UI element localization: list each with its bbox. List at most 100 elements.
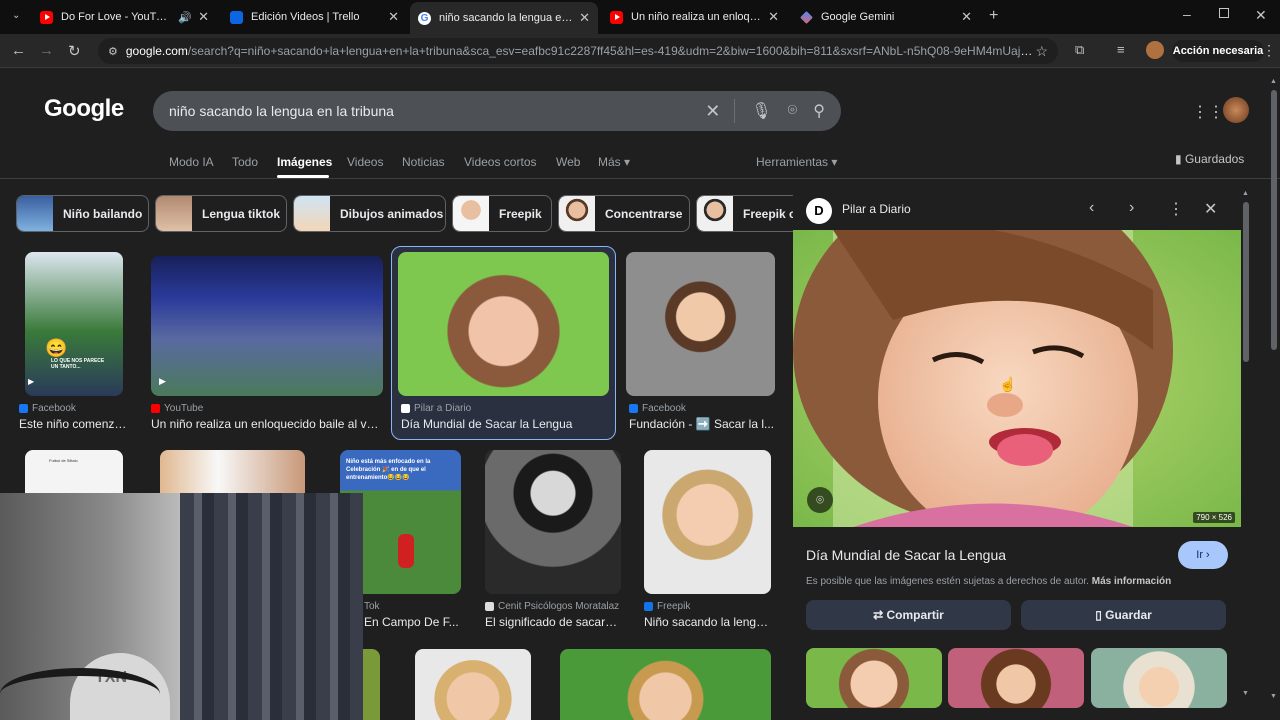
panel-source[interactable]: Pilar a Diario — [842, 202, 911, 216]
scroll-thumb[interactable] — [1243, 202, 1249, 362]
minimize-icon[interactable]: – — [1183, 6, 1191, 22]
forward-icon[interactable]: → — [39, 42, 54, 59]
close-window-icon[interactable]: ✕ — [1255, 7, 1267, 24]
saved-button[interactable]: ▮ Guardados — [1175, 152, 1244, 166]
media-controls-icon[interactable]: ≡ — [1117, 42, 1125, 57]
microphone-icon[interactable]: 🎙 — [751, 101, 771, 121]
menu-dots-icon[interactable]: ⋮ — [1262, 42, 1276, 59]
google-logo[interactable]: Google — [44, 95, 124, 123]
close-icon[interactable]: ✕ — [1204, 199, 1217, 219]
result-title[interactable]: En Campo De F... — [364, 615, 464, 629]
tab-noticias[interactable]: Noticias — [402, 155, 445, 169]
result-item[interactable] — [415, 649, 531, 720]
result-title[interactable]: Un niño realiza un enloquecido baile al … — [151, 417, 381, 431]
result-item-selected[interactable]: Pilar a Diario Día Mundial de Sacar la L… — [398, 252, 613, 432]
related-image[interactable] — [806, 648, 942, 708]
previous-icon[interactable]: ‹ — [1089, 199, 1094, 217]
tab-youtube-do-for-love[interactable]: Do For Love - YouTube 🔊 ✕ — [32, 4, 217, 30]
scroll-up-icon[interactable]: ▲ — [1270, 78, 1277, 85]
scroll-thumb[interactable] — [1271, 90, 1277, 350]
reload-icon[interactable]: ↻ — [68, 42, 81, 60]
result-thumbnail[interactable] — [644, 450, 771, 594]
visual-search-icon[interactable]: ⌾ — [807, 487, 833, 513]
close-tab-icon[interactable]: ✕ — [579, 10, 590, 26]
result-thumbnail[interactable] — [398, 252, 609, 396]
result-thumbnail[interactable]: 😄 LO QUE NOS PARECE UN TANTO... ▶ — [25, 252, 123, 396]
tab-modo-ia[interactable]: Modo IA — [169, 155, 214, 169]
site-info-icon[interactable]: ⚙ — [108, 45, 118, 58]
more-info-link[interactable]: Más información — [1092, 576, 1171, 587]
related-image[interactable] — [1091, 648, 1227, 708]
address-bar[interactable]: ⚙ google.com/search?q=niño+sacando+la+le… — [98, 38, 1058, 64]
extensions-icon[interactable]: ⧉ — [1075, 42, 1084, 58]
result-item[interactable] — [363, 649, 380, 720]
scroll-down-icon[interactable]: ▼ — [1270, 693, 1277, 700]
tab-google-search[interactable]: G niño sacando la lengua en la tr ✕ — [410, 2, 598, 34]
chip-freepik[interactable]: Freepik — [452, 195, 552, 232]
result-title[interactable]: Niño sacando la lengu... — [644, 615, 769, 629]
panel-scrollbar[interactable]: ▲ ▼ — [1242, 190, 1250, 715]
chip-lengua-tiktok[interactable]: Lengua tiktok — [155, 195, 287, 232]
more-options-icon[interactable]: ⋮ — [1168, 199, 1184, 219]
tab-gemini[interactable]: Google Gemini ✕ — [792, 4, 980, 30]
tab-videos-cortos[interactable]: Videos cortos — [464, 155, 537, 169]
tab-todo[interactable]: Todo — [232, 155, 258, 169]
result-item[interactable]: Futbol de Siltalo — [25, 450, 123, 494]
profile-avatar[interactable] — [1146, 41, 1164, 59]
new-tab-icon[interactable]: + — [989, 7, 998, 25]
close-tab-icon[interactable]: ✕ — [198, 9, 209, 25]
result-item[interactable] — [560, 649, 772, 720]
result-item[interactable]: Freepik Niño sacando la lengu... — [644, 450, 772, 630]
result-item[interactable]: Facebook Fundación - ➡️ Sacar la l... — [626, 252, 776, 432]
restore-icon[interactable] — [1219, 8, 1229, 18]
result-thumbnail[interactable] — [363, 649, 380, 720]
next-icon[interactable]: › — [1129, 199, 1134, 217]
result-title[interactable]: El significado de sacar l... — [485, 615, 620, 629]
preview-image[interactable]: ⌾ 790 × 526 ☝ — [793, 230, 1241, 527]
tab-trello[interactable]: Edición Videos | Trello ✕ — [222, 4, 407, 30]
related-image[interactable] — [948, 648, 1084, 708]
share-button[interactable]: ⇄ Compartir — [806, 600, 1011, 630]
scroll-down-icon[interactable]: ▼ — [1242, 690, 1249, 697]
result-thumbnail[interactable] — [415, 649, 531, 720]
back-icon[interactable]: ← — [11, 42, 26, 59]
result-item[interactable]: ▶ YouTube Un niño realiza un enloquecido… — [151, 252, 386, 432]
tab-youtube-enloquecido[interactable]: Un niño realiza un enloquecido ✕ — [602, 4, 787, 30]
close-tab-icon[interactable]: ✕ — [961, 9, 972, 25]
save-button[interactable]: ▯ Guardar — [1021, 600, 1226, 630]
panel-title[interactable]: Día Mundial de Sacar la Lengua — [806, 547, 1006, 563]
close-tab-icon[interactable]: ✕ — [768, 9, 779, 25]
result-thumbnail[interactable] — [560, 649, 771, 720]
search-input[interactable]: niño sacando la lengua en la tribuna — [169, 103, 689, 119]
scroll-up-icon[interactable]: ▲ — [1242, 190, 1249, 197]
result-thumbnail[interactable] — [160, 450, 305, 494]
result-title[interactable]: Día Mundial de Sacar la Lengua — [401, 417, 606, 431]
result-thumbnail[interactable]: Futbol de Siltalo — [25, 450, 123, 494]
result-item[interactable]: Cenit Psicólogos Moratalaz El significad… — [485, 450, 623, 630]
page-scrollbar[interactable]: ▲ ▼ — [1270, 78, 1278, 708]
bookmark-star-icon[interactable]: ☆ — [1035, 43, 1048, 60]
result-item[interactable]: 😄 LO QUE NOS PARECE UN TANTO... ▶ Facebo… — [19, 252, 129, 432]
chip-nino-bailando[interactable]: Niño bailando — [16, 195, 149, 232]
result-item[interactable] — [160, 450, 305, 494]
tab-imagenes[interactable]: Imágenes — [277, 155, 332, 169]
search-box[interactable]: niño sacando la lengua en la tribuna ✕ 🎙… — [153, 91, 841, 131]
chip-dibujos-animados[interactable]: Dibujos animados — [293, 195, 446, 232]
tab-web[interactable]: Web — [556, 155, 580, 169]
tab-search-icon[interactable]: ⌄ — [12, 10, 20, 21]
action-required-button[interactable]: Acción necesaria — [1172, 40, 1264, 62]
lens-icon[interactable]: ⌾ — [788, 102, 798, 120]
result-thumbnail[interactable]: ▶ — [151, 256, 383, 396]
visit-button[interactable]: Ir › — [1178, 541, 1228, 569]
search-icon[interactable]: ⚲ — [813, 101, 825, 121]
chip-freepik-c[interactable]: Freepik c — [696, 195, 793, 232]
result-title[interactable]: Este niño comenzó... — [19, 417, 129, 431]
chip-concentrarse[interactable]: Concentrarse — [558, 195, 690, 232]
account-avatar[interactable] — [1223, 97, 1249, 123]
result-title[interactable]: Fundación - ➡️ Sacar la l... — [629, 417, 774, 431]
close-tab-icon[interactable]: ✕ — [388, 9, 399, 25]
tab-mas[interactable]: Más ▾ — [598, 155, 630, 169]
result-thumbnail[interactable] — [485, 450, 621, 594]
result-thumbnail[interactable] — [626, 252, 775, 396]
speaker-icon[interactable]: 🔊 — [178, 11, 192, 24]
